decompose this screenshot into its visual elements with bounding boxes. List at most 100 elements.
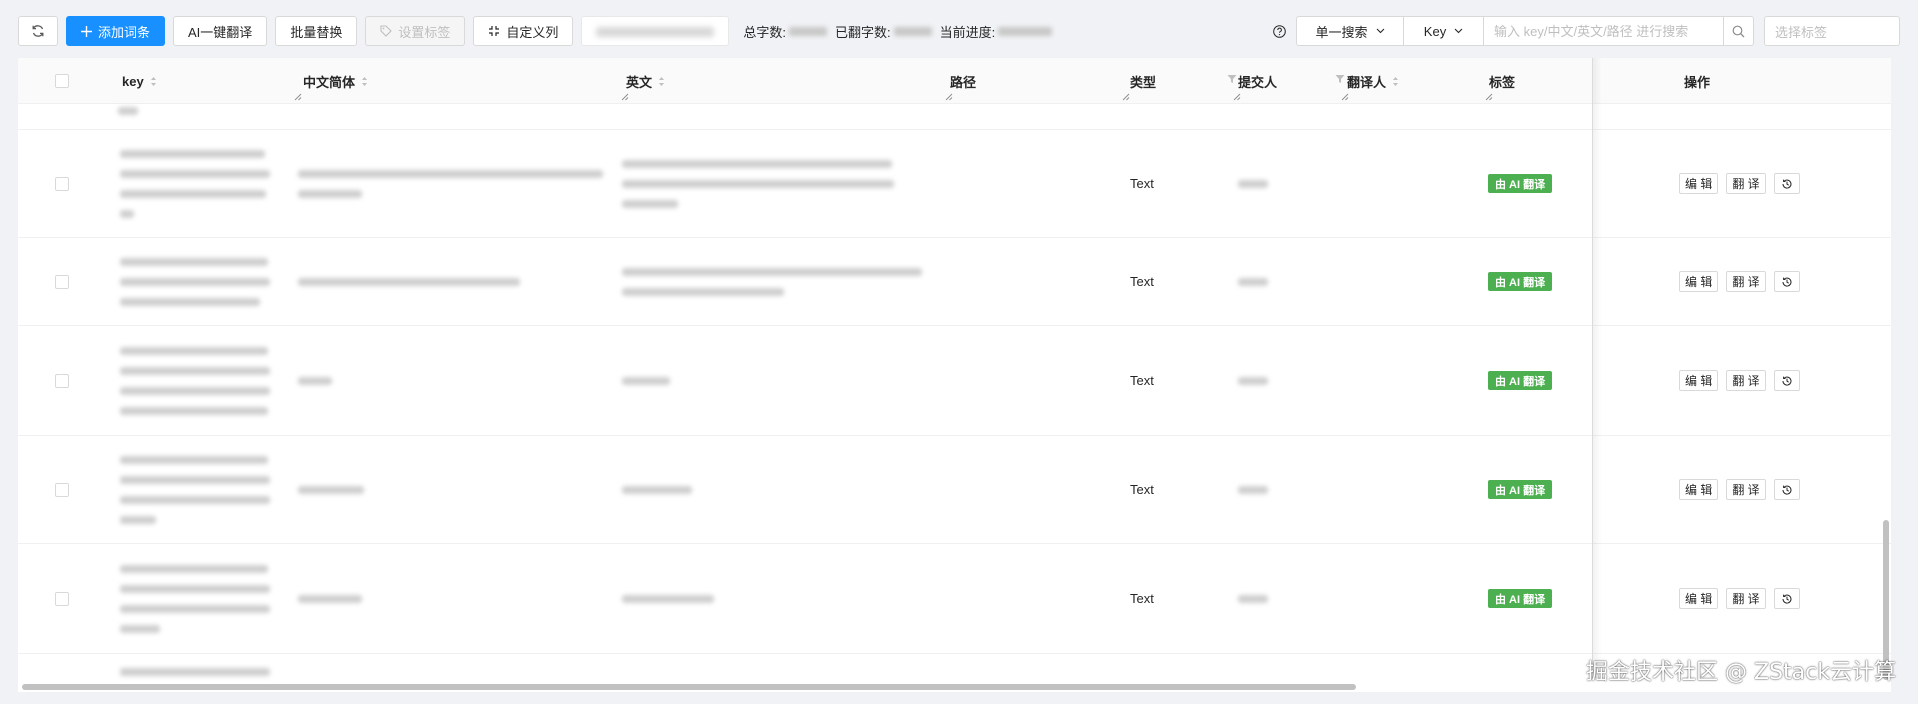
column-header-tags: 标签	[1489, 74, 1516, 90]
row-checkbox[interactable]	[55, 436, 69, 543]
watermark: 掘金技术社区 @ ZStack云计算	[1586, 660, 1896, 685]
edit-button[interactable]: 编 辑	[1679, 588, 1719, 609]
blurred-select[interactable]	[581, 16, 730, 46]
history-icon	[1781, 178, 1793, 190]
sort-icon[interactable]	[1392, 76, 1399, 87]
translate-button[interactable]: 翻 译	[1726, 173, 1766, 194]
history-icon	[1781, 593, 1793, 605]
search-field-select[interactable]: Key	[1404, 16, 1484, 46]
edit-button[interactable]: 编 辑	[1679, 370, 1719, 391]
history-icon	[1781, 375, 1793, 387]
refresh-button[interactable]	[18, 16, 58, 46]
en-cell	[622, 238, 922, 325]
actions-cell: 编 辑 翻 译	[1679, 238, 1808, 325]
submitter-cell	[1238, 436, 1268, 543]
table-row: Text 由 AI 翻译 编 辑 翻 译	[18, 326, 1891, 436]
filter-icon[interactable]	[1335, 74, 1345, 84]
search-field-value: Key	[1423, 23, 1447, 39]
actions-cell: 编 辑 翻 译	[1679, 326, 1808, 435]
vertical-scrollbar[interactable]	[1881, 104, 1891, 680]
row-checkbox[interactable]	[55, 544, 69, 653]
history-button[interactable]	[1773, 588, 1800, 609]
resize-handle-icon[interactable]	[294, 93, 302, 101]
column-header-zh[interactable]: 中文简体	[303, 58, 633, 104]
translate-button[interactable]: 翻 译	[1726, 479, 1766, 500]
column-header-actions: 操作	[1684, 74, 1711, 90]
zh-cell	[298, 436, 364, 543]
type-cell: Text	[1130, 482, 1154, 497]
column-header-en[interactable]: 英文	[626, 58, 957, 104]
question-circle-icon[interactable]	[1273, 24, 1286, 38]
submitter-cell	[1238, 238, 1268, 325]
column-header-path[interactable]: 路径	[950, 58, 1134, 104]
tag-cell: 由 AI 翻译	[1488, 436, 1553, 543]
translate-button[interactable]: 翻 译	[1726, 588, 1766, 609]
translate-button[interactable]: 翻 译	[1726, 271, 1766, 292]
search-mode-select[interactable]: 单一搜索	[1296, 16, 1404, 46]
table-row	[18, 104, 1891, 130]
history-button[interactable]	[1773, 370, 1800, 391]
batch-replace-button[interactable]: 批量替换	[275, 16, 358, 46]
actions-cell: 编 辑 翻 译	[1679, 436, 1808, 543]
ai-translated-badge: 由 AI 翻译	[1488, 371, 1553, 390]
ai-translate-label: AI一键翻译	[188, 24, 253, 40]
search-button[interactable]	[1724, 16, 1754, 46]
tag-cell: 由 AI 翻译	[1488, 544, 1553, 653]
tag-cell: 由 AI 翻译	[1488, 238, 1553, 325]
history-button[interactable]	[1773, 479, 1800, 500]
total-words-stat: 总字数:	[743, 22, 827, 41]
progress-value	[998, 26, 1053, 36]
resize-handle-icon[interactable]	[1122, 93, 1130, 101]
column-header-type[interactable]: 类型	[1130, 58, 1245, 104]
tag-cell: 由 AI 翻译	[1488, 326, 1553, 435]
key-cell	[120, 436, 270, 543]
zh-cell	[298, 326, 332, 435]
select-all-checkbox[interactable]	[55, 58, 69, 104]
set-tag-button[interactable]: 设置标签	[365, 16, 466, 46]
toolbar: 添加词条 AI一键翻译 批量替换 设置标签 自定义列 总字数: 已翻字数: 当前…	[18, 16, 1900, 46]
add-entry-button[interactable]: 添加词条	[66, 16, 166, 46]
key-cell	[120, 544, 270, 653]
ai-translate-button[interactable]: AI一键翻译	[173, 16, 268, 46]
column-header-submitter[interactable]: 提交人	[1238, 58, 1353, 104]
search-input[interactable]	[1484, 16, 1724, 46]
type-cell: Text	[1130, 274, 1154, 289]
custom-columns-button[interactable]: 自定义列	[473, 16, 574, 46]
sort-icon[interactable]	[658, 76, 665, 87]
column-header-translator[interactable]: 翻译人	[1347, 58, 1497, 104]
tag-filter-select[interactable]: 选择标签	[1764, 16, 1900, 46]
translated-words-stat: 已翻字数:	[835, 22, 932, 41]
history-button[interactable]	[1773, 271, 1800, 292]
edit-button[interactable]: 编 辑	[1679, 173, 1719, 194]
tag-icon	[380, 25, 393, 37]
key-cell	[120, 662, 270, 682]
submitter-cell	[1238, 130, 1268, 237]
zh-cell	[298, 238, 520, 325]
en-cell	[622, 130, 894, 237]
ai-translated-badge: 由 AI 翻译	[1488, 272, 1553, 291]
sort-icon[interactable]	[361, 76, 368, 87]
key-cell	[120, 326, 270, 435]
table-row: Text 由 AI 翻译 编 辑 翻 译	[18, 238, 1891, 326]
table-row: Text 由 AI 翻译 编 辑 翻 译	[18, 436, 1891, 544]
submitter-cell	[1238, 544, 1268, 653]
ai-translated-badge: 由 AI 翻译	[1488, 589, 1553, 608]
submitter-cell	[1238, 326, 1268, 435]
row-checkbox[interactable]	[55, 130, 69, 237]
batch-replace-label: 批量替换	[290, 24, 343, 40]
edit-button[interactable]: 编 辑	[1679, 271, 1719, 292]
en-cell	[622, 544, 714, 653]
table-row: Text 由 AI 翻译 编 辑 翻 译	[18, 130, 1891, 238]
tag-cell: 由 AI 翻译	[1488, 130, 1553, 237]
filter-icon[interactable]	[1227, 74, 1237, 84]
search-mode-value: 单一搜索	[1315, 24, 1368, 40]
translate-button[interactable]: 翻 译	[1726, 370, 1766, 391]
sort-icon[interactable]	[150, 76, 157, 87]
history-button[interactable]	[1773, 173, 1800, 194]
row-checkbox[interactable]	[55, 326, 69, 435]
actions-cell: 编 辑 翻 译	[1679, 544, 1808, 653]
row-checkbox[interactable]	[55, 238, 69, 325]
edit-button[interactable]: 编 辑	[1679, 479, 1719, 500]
column-header-key[interactable]: key	[122, 58, 306, 104]
actions-cell: 编 辑 翻 译	[1679, 130, 1808, 237]
